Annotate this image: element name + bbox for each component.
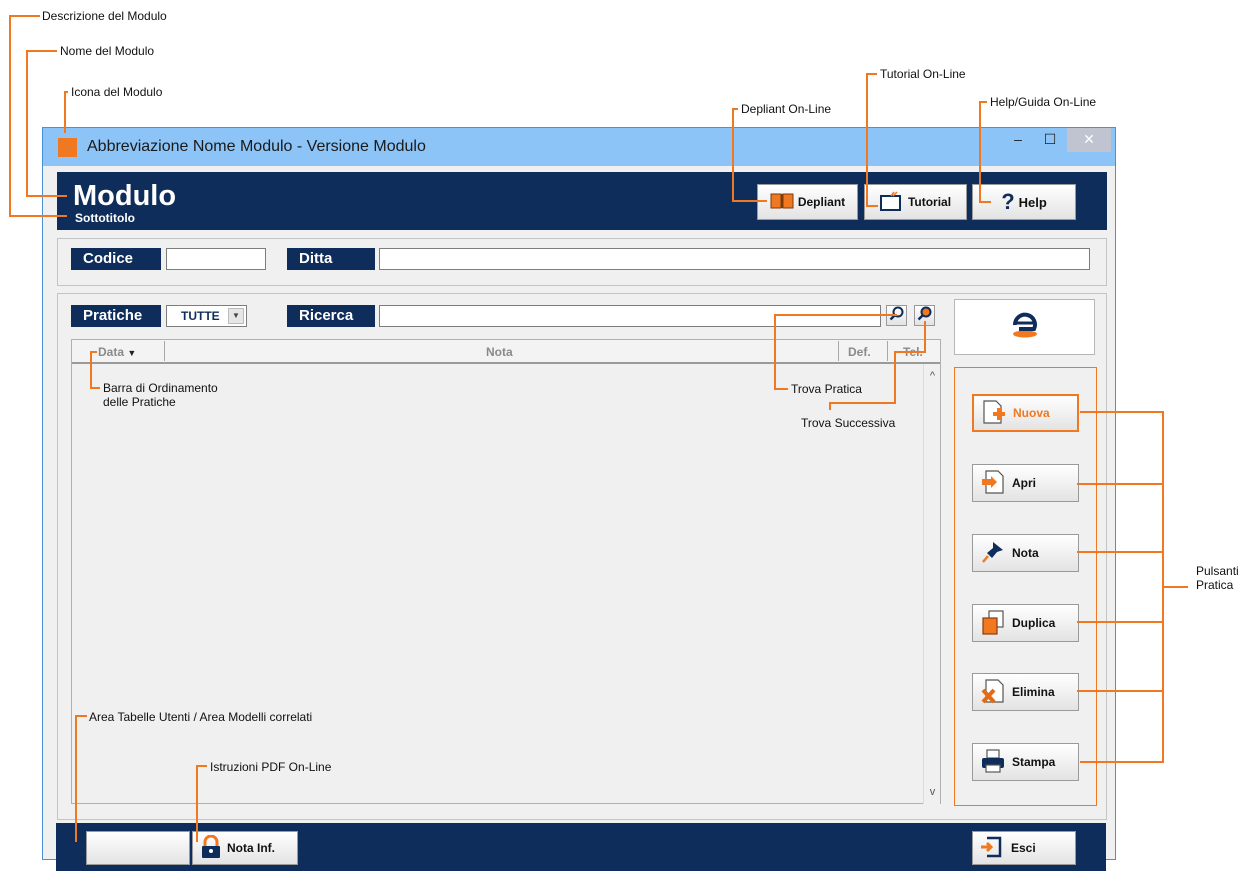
sort-desc-icon: ▼: [127, 348, 137, 358]
annotation-barra-line1: Barra di Ordinamento: [103, 381, 218, 395]
tv-icon: [879, 190, 904, 214]
duplicate-icon: [980, 609, 1006, 638]
module-icon: [58, 138, 77, 157]
duplica-button[interactable]: Duplica: [972, 604, 1079, 642]
nuova-label: Nuova: [1013, 406, 1050, 420]
nota-button[interactable]: Nota: [972, 534, 1079, 572]
trova-pratica-button[interactable]: [886, 305, 907, 326]
grid-header: Data ▼ Nota Def. Tel.: [72, 340, 940, 364]
scroll-down-icon[interactable]: v: [924, 784, 941, 801]
ditta-input[interactable]: [379, 248, 1090, 270]
annotation-pulsanti: Pulsanti Pratica: [1196, 564, 1239, 592]
column-tel[interactable]: Tel.: [903, 345, 923, 359]
annotation-tutorial: Tutorial On-Line: [880, 67, 966, 81]
chevron-down-icon: ▼: [228, 308, 244, 324]
annotation-icona: Icona del Modulo: [71, 85, 163, 99]
elimina-button[interactable]: Elimina: [972, 673, 1079, 711]
ditta-label: Ditta: [287, 248, 375, 270]
module-subtitle: Sottotitolo: [75, 211, 135, 225]
depliant-button[interactable]: Depliant: [757, 184, 858, 220]
grid-scrollbar[interactable]: ^ v: [923, 364, 940, 804]
nuova-button[interactable]: Nuova: [972, 394, 1079, 432]
column-separator[interactable]: [887, 341, 888, 361]
pratiche-selected: TUTTE: [181, 309, 220, 323]
nota-inf-button[interactable]: Nota Inf.: [192, 831, 298, 865]
annotation-trova-successiva: Trova Successiva: [801, 416, 896, 430]
depliant-label: Depliant: [797, 195, 846, 209]
magnifier-next-icon: [917, 306, 932, 326]
maximize-button[interactable]: ☐: [1035, 128, 1065, 152]
pratiche-label: Pratiche: [71, 305, 161, 327]
window-title: Abbreviazione Nome Modulo - Versione Mod…: [87, 138, 426, 155]
module-header: Modulo Sottotitolo Depliant Tutorial ? H…: [57, 172, 1107, 230]
annotation-pulsanti-line2: Pratica: [1196, 578, 1234, 592]
question-icon: ?: [1001, 189, 1015, 214]
annotation-pulsanti-line1: Pulsanti: [1196, 564, 1239, 578]
app-logo: [954, 299, 1095, 355]
annotation-barra-line2: delle Pratiche: [103, 395, 176, 409]
magnifier-icon: [889, 306, 904, 326]
column-separator[interactable]: [838, 341, 839, 361]
stampa-label: Stampa: [1012, 755, 1056, 769]
area-tabelle-button[interactable]: [86, 831, 190, 865]
titlebar: Abbreviazione Nome Modulo - Versione Mod…: [43, 128, 1115, 166]
apri-button[interactable]: Apri: [972, 464, 1079, 502]
book-icon: [770, 192, 794, 213]
ricerca-input[interactable]: [379, 305, 881, 327]
minimize-button[interactable]: –: [1003, 128, 1033, 152]
help-label: Help: [1018, 194, 1047, 210]
annotation-nome: Nome del Modulo: [60, 44, 155, 58]
stampa-button[interactable]: Stampa: [972, 743, 1079, 781]
delete-icon: [980, 678, 1006, 707]
new-doc-icon: [981, 399, 1007, 428]
pulsanti-pratica-panel: Nuova Apri Nota Duplica Elimina Stampa: [954, 367, 1097, 806]
annotation-help: Help/Guida On-Line: [990, 95, 1097, 109]
column-data-label: Data: [98, 345, 125, 359]
column-data[interactable]: Data ▼: [98, 345, 136, 359]
pratiche-select[interactable]: TUTTE ▼: [166, 305, 247, 327]
annotation-trova-pratica: Trova Pratica: [791, 382, 862, 396]
duplica-label: Duplica: [1012, 616, 1056, 630]
close-button[interactable]: ✕: [1067, 128, 1111, 152]
pin-icon: [980, 539, 1006, 568]
column-nota[interactable]: Nota: [486, 345, 513, 359]
apri-label: Apri: [1012, 476, 1036, 490]
esci-button[interactable]: Esci: [972, 831, 1076, 865]
module-footer: Nota Inf. Esci: [56, 823, 1106, 871]
column-def[interactable]: Def.: [848, 345, 871, 359]
annotation-descrizione: Descrizione del Modulo: [42, 9, 167, 23]
module-title: Modulo: [73, 180, 177, 212]
tutorial-button[interactable]: Tutorial: [864, 184, 967, 220]
tutorial-label: Tutorial: [907, 195, 952, 209]
open-doc-icon: [980, 469, 1006, 498]
exit-icon: [979, 835, 1003, 862]
esci-label: Esci: [1011, 841, 1036, 855]
nota-label: Nota: [1012, 546, 1039, 560]
ricerca-label: Ricerca: [287, 305, 375, 327]
column-separator[interactable]: [164, 341, 165, 361]
printer-icon: [980, 748, 1006, 777]
app-logo-icon: [1010, 311, 1040, 344]
elimina-label: Elimina: [1012, 685, 1055, 699]
annotation-depliant: Depliant On-Line: [741, 102, 832, 116]
nota-inf-label: Nota Inf.: [227, 841, 275, 855]
scroll-up-icon[interactable]: ^: [924, 368, 941, 385]
annotation-barra: Barra di Ordinamento delle Pratiche: [103, 381, 218, 409]
help-button[interactable]: ? Help: [972, 184, 1076, 220]
lock-icon: [199, 834, 223, 862]
codice-label: Codice: [71, 248, 161, 270]
annotation-istruzioni-pdf: Istruzioni PDF On-Line: [210, 760, 332, 774]
annotation-area-tabelle: Area Tabelle Utenti / Area Modelli corre…: [89, 710, 313, 724]
trova-successiva-button[interactable]: [914, 305, 935, 326]
codice-input[interactable]: [166, 248, 266, 270]
